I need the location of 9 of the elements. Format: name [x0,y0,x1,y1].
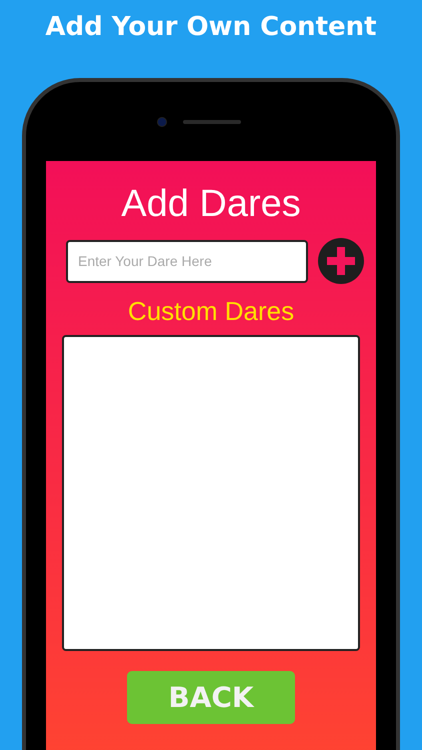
dare-input-field[interactable]: Enter Your Dare Here [66,240,308,282]
headline: Add Your Own Content [44,11,378,44]
screen-title: Add Dares [121,183,301,226]
back-button[interactable]: BACK [127,671,295,724]
plus-icon [324,244,358,278]
camera-icon [157,117,167,127]
speaker-grille [183,120,241,124]
section-title: Custom Dares [128,296,294,327]
add-button[interactable] [318,238,364,284]
